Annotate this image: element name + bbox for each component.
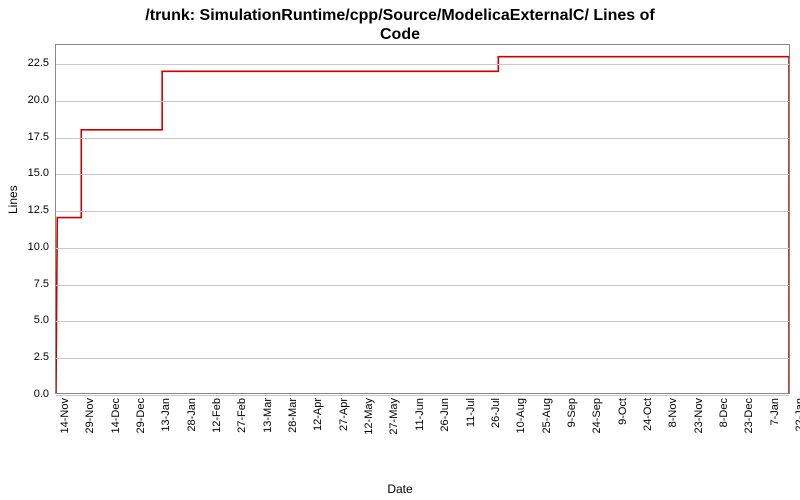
y-tick-label: 2.5	[1, 351, 49, 363]
y-tick-label: 0.0	[1, 388, 49, 400]
y-tick-label: 17.5	[1, 131, 49, 143]
series-line	[56, 57, 789, 393]
x-axis-ticks: 14-Nov 29-Nov 14-Dec 29-Dec 13-Jan 28-Jan 12-F…	[55, 394, 790, 484]
gridline-h	[56, 64, 789, 65]
x-tick-label: 22-Jan	[794, 398, 800, 432]
x-tick-label: 24-Oct	[642, 398, 654, 431]
y-tick-label: 5.0	[1, 314, 49, 326]
x-tick-label: 9-Oct	[617, 398, 629, 425]
y-tick-label: 22.5	[1, 57, 49, 69]
x-tick-label: 12-Feb	[211, 398, 223, 433]
x-tick-label: 28-Jan	[186, 398, 198, 432]
x-tick-label: 25-Aug	[541, 398, 553, 433]
x-tick-label: 26-Jun	[439, 398, 451, 432]
x-tick-label: 8-Dec	[718, 398, 730, 427]
y-tick-label: 10.0	[1, 241, 49, 253]
x-tick-label: 26-Jul	[490, 398, 502, 428]
gridline-h	[56, 358, 789, 359]
x-tick-label: 13-Mar	[262, 398, 274, 433]
x-tick-label: 10-Aug	[515, 398, 527, 433]
x-tick-label: 27-Apr	[338, 398, 350, 431]
gridline-h	[56, 321, 789, 322]
x-tick-label: 14-Dec	[110, 398, 122, 433]
title-line-1: /trunk: SimulationRuntime/cpp/Source/Mod…	[145, 7, 654, 24]
gridline-h	[56, 101, 789, 102]
plot-wrap: Lines 0.02.55.07.510.012.515.017.520.022…	[0, 44, 800, 500]
x-tick-label: 8-Nov	[667, 398, 679, 427]
x-tick-label: 9-Sep	[566, 398, 578, 427]
gridline-h	[56, 248, 789, 249]
gridline-h	[56, 285, 789, 286]
x-axis-label: Date	[0, 482, 800, 496]
y-tick-label: 20.0	[1, 94, 49, 106]
plot-area	[55, 44, 790, 394]
x-tick-label: 12-Apr	[312, 398, 324, 431]
x-tick-label: 13-Jan	[160, 398, 172, 432]
x-tick-label: 23-Dec	[743, 398, 755, 433]
x-tick-label: 27-Feb	[236, 398, 248, 433]
x-tick-label: 14-Nov	[59, 398, 71, 433]
chart-container: /trunk: SimulationRuntime/cpp/Source/Mod…	[0, 0, 800, 500]
x-tick-label: 29-Nov	[84, 398, 96, 433]
x-tick-label: 11-Jul	[465, 398, 477, 427]
x-tick-label: 23-Nov	[693, 398, 705, 433]
chart-title: /trunk: SimulationRuntime/cpp/Source/Mod…	[0, 0, 800, 46]
x-tick-label: 29-Dec	[135, 398, 147, 433]
x-tick-label: 24-Sep	[591, 398, 603, 433]
x-tick-label: 28-Mar	[287, 398, 299, 433]
x-tick-label: 11-Jun	[414, 398, 426, 431]
y-tick-label: 7.5	[1, 278, 49, 290]
line-series	[56, 45, 789, 393]
y-axis-ticks: 0.02.55.07.510.012.515.017.520.022.5	[0, 44, 52, 394]
x-tick-label: 27-May	[388, 398, 400, 435]
title-line-2: Code	[380, 26, 420, 43]
x-tick-label: 7-Jan	[769, 398, 781, 426]
gridline-h	[56, 174, 789, 175]
x-tick-label: 12-May	[363, 398, 375, 435]
gridline-h	[56, 211, 789, 212]
y-tick-label: 12.5	[1, 204, 49, 216]
gridline-h	[56, 138, 789, 139]
y-tick-label: 15.0	[1, 167, 49, 179]
